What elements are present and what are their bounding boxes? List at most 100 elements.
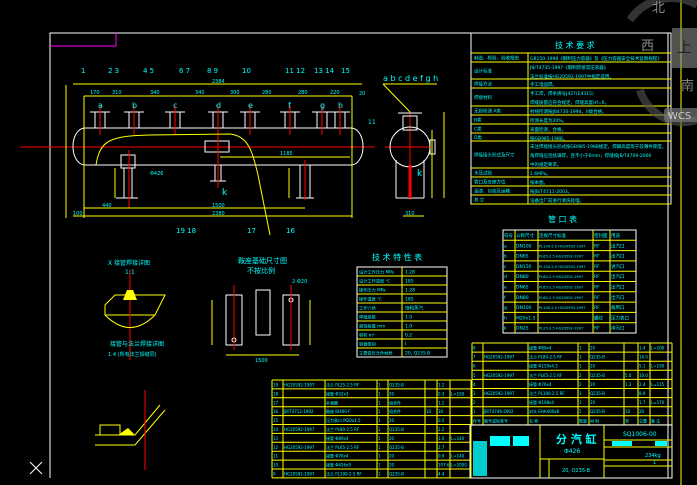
tech-req-text: 按GB985-1988。 [530, 135, 567, 142]
nozzle-table-cell: DN65 [516, 285, 529, 291]
parts-list-cell: 5.0 [625, 373, 632, 378]
tech-requirements-title: 技 术 要 求 [555, 40, 595, 50]
parts-list-cell: 10.0 [639, 373, 648, 378]
nozzle-table-cell: e [504, 286, 507, 291]
nozzle-table-cell: PL25-2.5 HG20592-1997 [539, 327, 583, 331]
balloon: 10 [242, 67, 251, 75]
viewcube-north[interactable]: 北 [652, 1, 665, 16]
viewcube-top[interactable]: 上 [677, 38, 692, 56]
tech-req-label: 无损检测 A类 [474, 108, 502, 115]
tech-char-label: 操作温度 ℃ [359, 296, 382, 303]
tech-req-text: 未注焊接接头形式按GB985-1988规定，焊脚高度等于较薄件厚度， [530, 143, 666, 150]
tech-char-label: 容器类别 [359, 341, 376, 348]
parts-list-cell: 2.7 [438, 445, 445, 450]
nozzle-table-cell: RF [594, 274, 600, 280]
tech-char-value: 185 [405, 279, 414, 285]
parts-list-cell: 16 [273, 409, 279, 414]
tech-char-value: 185 [405, 297, 414, 303]
viewcube-south[interactable]: 南 [681, 78, 694, 94]
parts-list-cell: 图号或标准号 [484, 417, 508, 423]
nozzle-table-cell: DN25 [516, 326, 529, 332]
parts-list-cell: 法兰 PL80-2.5 RF [529, 354, 563, 360]
tech-char-value: 1.0 [405, 324, 412, 330]
parts-list-cell: 法兰 PL100-2.5 RF [326, 471, 362, 477]
nozzle-table-cell: DN65 [516, 254, 529, 260]
parts-list-cell: 接管 Φ76x4 [529, 381, 552, 387]
balloon: 19 18 [176, 227, 196, 235]
parts-list-cell: 13 [273, 436, 279, 441]
dim-1185: 1185 [280, 151, 293, 157]
parts-list-cell: 19 [273, 383, 279, 388]
nozzle-table-cell: RF [594, 285, 600, 291]
drain-label: k [222, 188, 228, 198]
nozzle-table-header: 密封面 [594, 232, 608, 239]
nozzle-table-cell: PL100-2.5 HG20592-1997 [539, 306, 586, 310]
parts-list-cell: 法兰 PL65-2.5 RF [326, 444, 360, 450]
nozzle-table-cell: RF [594, 295, 600, 301]
nozzle-table-header: 公称尺寸 [516, 232, 534, 239]
wcs-label[interactable]: WCS [668, 111, 691, 122]
parts-list-cell: 8.9 [639, 391, 646, 396]
nozzle-table-cell: RF [594, 264, 600, 270]
nozzle-table-cell: DN100 [516, 305, 532, 311]
tech-req-text: 中的规定要求。 [530, 161, 562, 168]
dim-diameter: Φ426 [150, 171, 163, 177]
nozzle-table-cell: 出汽口 [611, 253, 625, 260]
tech-char-label: 工作介质 [359, 305, 376, 312]
nozzle-table-header: 符号 [504, 232, 513, 239]
parts-list-cell: Q235-B [590, 373, 605, 378]
parts-list-cell: 107.6 [438, 463, 450, 468]
title-block-scale: 1 [653, 460, 656, 466]
parts-list-cell: 法兰 PL80-2.5 RF [326, 426, 360, 432]
tech-char-value: 20, Q235-B [405, 351, 430, 357]
nozzle-label: g [320, 101, 325, 110]
parts-list-cell: 1.2 [625, 382, 632, 387]
nozzle-table-cell: PL65-2.5 HG20592-1997 [539, 286, 583, 290]
nozzle-table-cell: b [504, 254, 507, 260]
saddle-dim-1500: 1500 [255, 358, 268, 364]
nozzle-table-cell: g [504, 306, 507, 311]
tech-char-label: 主要受压元件材质 [359, 350, 393, 357]
tech-req-text: 1.6MPa。 [530, 171, 551, 177]
nozzle-label: e [248, 101, 253, 110]
dimension-label: 340 [150, 90, 160, 96]
weld-detail-title: X 接管焊接详图 [108, 259, 150, 267]
dimension-label: 280 [262, 90, 272, 96]
dim-440: 440 [102, 203, 112, 209]
nozzle-table-cell: DN150 [516, 264, 532, 270]
parts-list-cell: 接管 Φ89x4 [326, 435, 349, 441]
nozzle-label: h [338, 101, 343, 110]
parts-list-cell: HG20592-1997 [284, 445, 315, 450]
dimension-label: 300 [230, 90, 240, 96]
parts-list-cell: HG20592-1997 [284, 427, 315, 432]
parts-list-cell: 30 [438, 409, 444, 414]
parts-list-cell: L=115 [651, 382, 665, 387]
saddle-title: 鞍座基础尺寸图 [238, 256, 287, 265]
nozzle-label: a [98, 101, 103, 110]
tech-req-label: 设计标准 [474, 68, 492, 75]
cad-drawing-canvas[interactable]: 技 术 要 求制造、检验、验收规范 GB150-1998《钢制压力容器》及《压力容… [0, 0, 697, 485]
nozzle-table-cell: 螺纹 [594, 314, 603, 321]
parts-list-cell: 20 [639, 409, 645, 414]
parts-list-cell: L=150 [451, 391, 465, 396]
flange-detail-note: 1:4 (所有法兰焊缝同) [108, 351, 157, 358]
dim-1500: 1500 [212, 203, 225, 209]
parts-list-cell: 1.0 [438, 436, 445, 441]
nozzle-table-cell: 进汽口 [611, 263, 625, 270]
tech-req-text: 手工焊，焊条牌号J427(E4315) [530, 90, 594, 97]
tech-req-label: 油漆、包装及运输 [474, 188, 510, 195]
tech-req-text: 焊缝质量应符合规定，焊缝高度Hf=6。 [530, 99, 609, 106]
tech-req-label: 制造、检验、验收规范 [474, 55, 519, 62]
tech-req-text: 按JB/T4711-2003。 [530, 188, 572, 195]
nozzle-table-title: 管 口 表 [548, 214, 577, 224]
viewcube-west[interactable]: 西 [641, 39, 654, 54]
parts-list-cell: 组合件 [389, 399, 401, 405]
parts-list-cell: 2.2 [438, 427, 445, 432]
parts-list-cell: 4.4 [438, 472, 445, 477]
parts-list-cell: 法兰 PL25-2.5 RF [326, 382, 360, 388]
parts-list-cell: 20 [389, 436, 395, 441]
saddle-note: 不按比例 [247, 266, 275, 275]
parts-list-cell: 材 料 [590, 417, 599, 423]
nozzle-table-cell: RF [594, 326, 600, 332]
nozzle-table-header: 连接尺寸标准 [539, 232, 566, 239]
